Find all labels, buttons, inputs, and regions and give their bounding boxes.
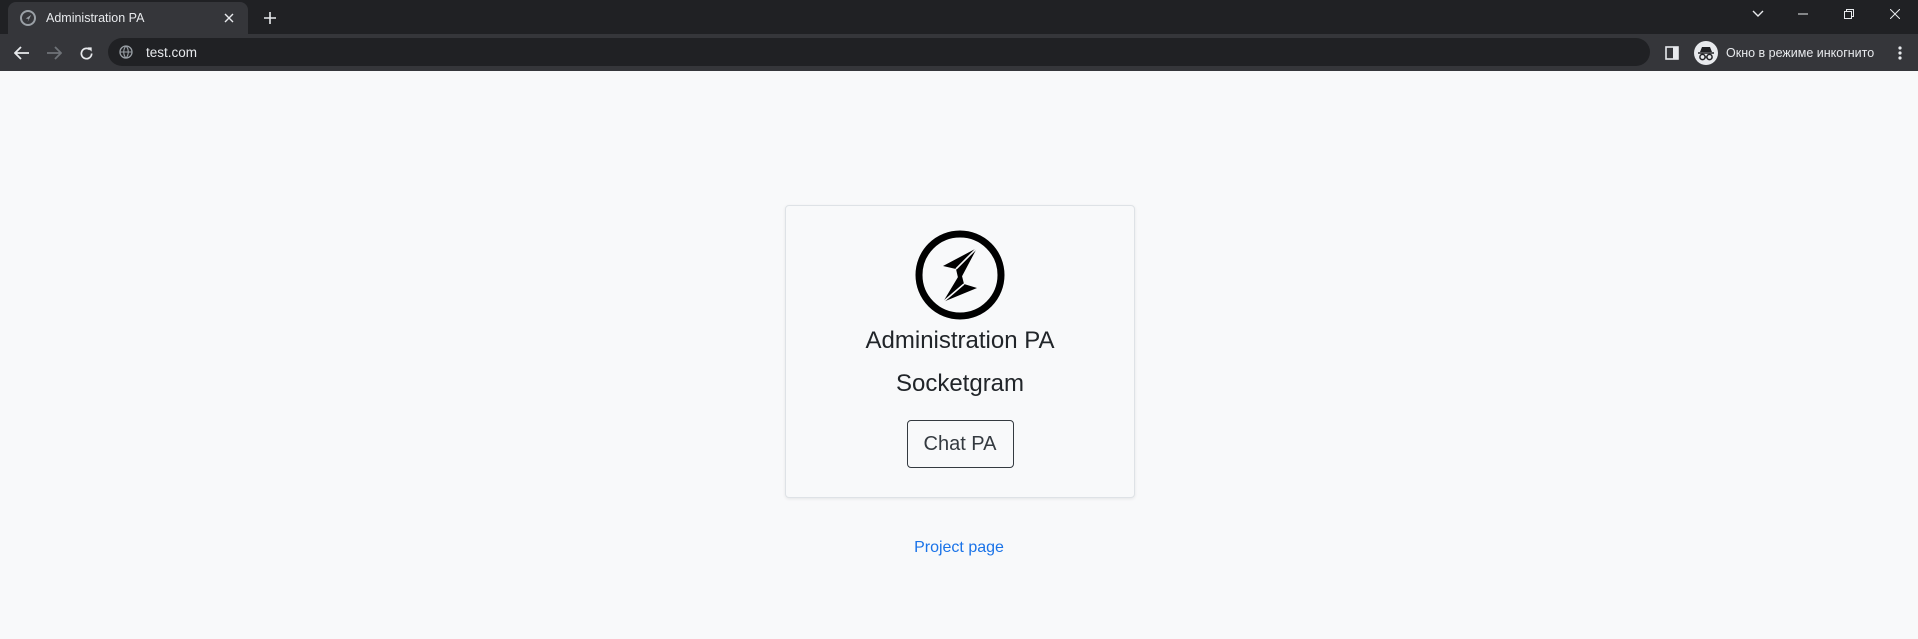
browser-toolbar: test.com Окно в режиме инкогнито — [0, 34, 1918, 71]
reload-icon[interactable] — [72, 39, 100, 67]
url-text: test.com — [146, 44, 198, 60]
globe-icon[interactable] — [118, 44, 134, 60]
project-page-link[interactable]: Project page — [0, 539, 1918, 557]
chat-pa-button[interactable]: Chat PA — [906, 420, 1014, 468]
tab-active[interactable]: Administration PA — [8, 2, 248, 34]
tab-title: Administration PA — [46, 11, 145, 25]
arrow-right-icon[interactable] — [40, 39, 68, 67]
chevron-down-icon[interactable] — [1744, 2, 1772, 26]
incognito-label: Окно в режиме инкогнито — [1726, 46, 1875, 60]
arrow-left-icon[interactable] — [8, 39, 36, 67]
plus-icon[interactable] — [258, 6, 282, 30]
card-title: Administration PA — [865, 327, 1055, 354]
side-panel-icon[interactable] — [1658, 39, 1686, 67]
incognito-icon — [1694, 41, 1718, 65]
minimize-icon[interactable] — [1780, 0, 1826, 28]
close-window-icon[interactable] — [1872, 0, 1918, 28]
login-card: Administration PA Socketgram Chat PA — [785, 205, 1135, 498]
tab-strip: Administration PA — [0, 0, 1918, 34]
browser-chrome: Administration PA test.com Окно в режиме… — [0, 0, 1918, 71]
restore-icon[interactable] — [1826, 0, 1872, 28]
address-bar[interactable]: test.com — [108, 38, 1650, 66]
window-controls — [1780, 0, 1918, 28]
kebab-menu-icon[interactable] — [1886, 39, 1914, 67]
card-subtitle: Socketgram — [895, 370, 1025, 397]
close-icon[interactable] — [220, 9, 238, 27]
page-viewport: Administration PA Socketgram Chat PA Pro… — [0, 71, 1918, 639]
socketgram-logo-icon — [915, 230, 1005, 320]
incognito-indicator[interactable]: Окно в режиме инкогнито — [1690, 39, 1884, 67]
socketgram-favicon-icon — [20, 10, 36, 26]
